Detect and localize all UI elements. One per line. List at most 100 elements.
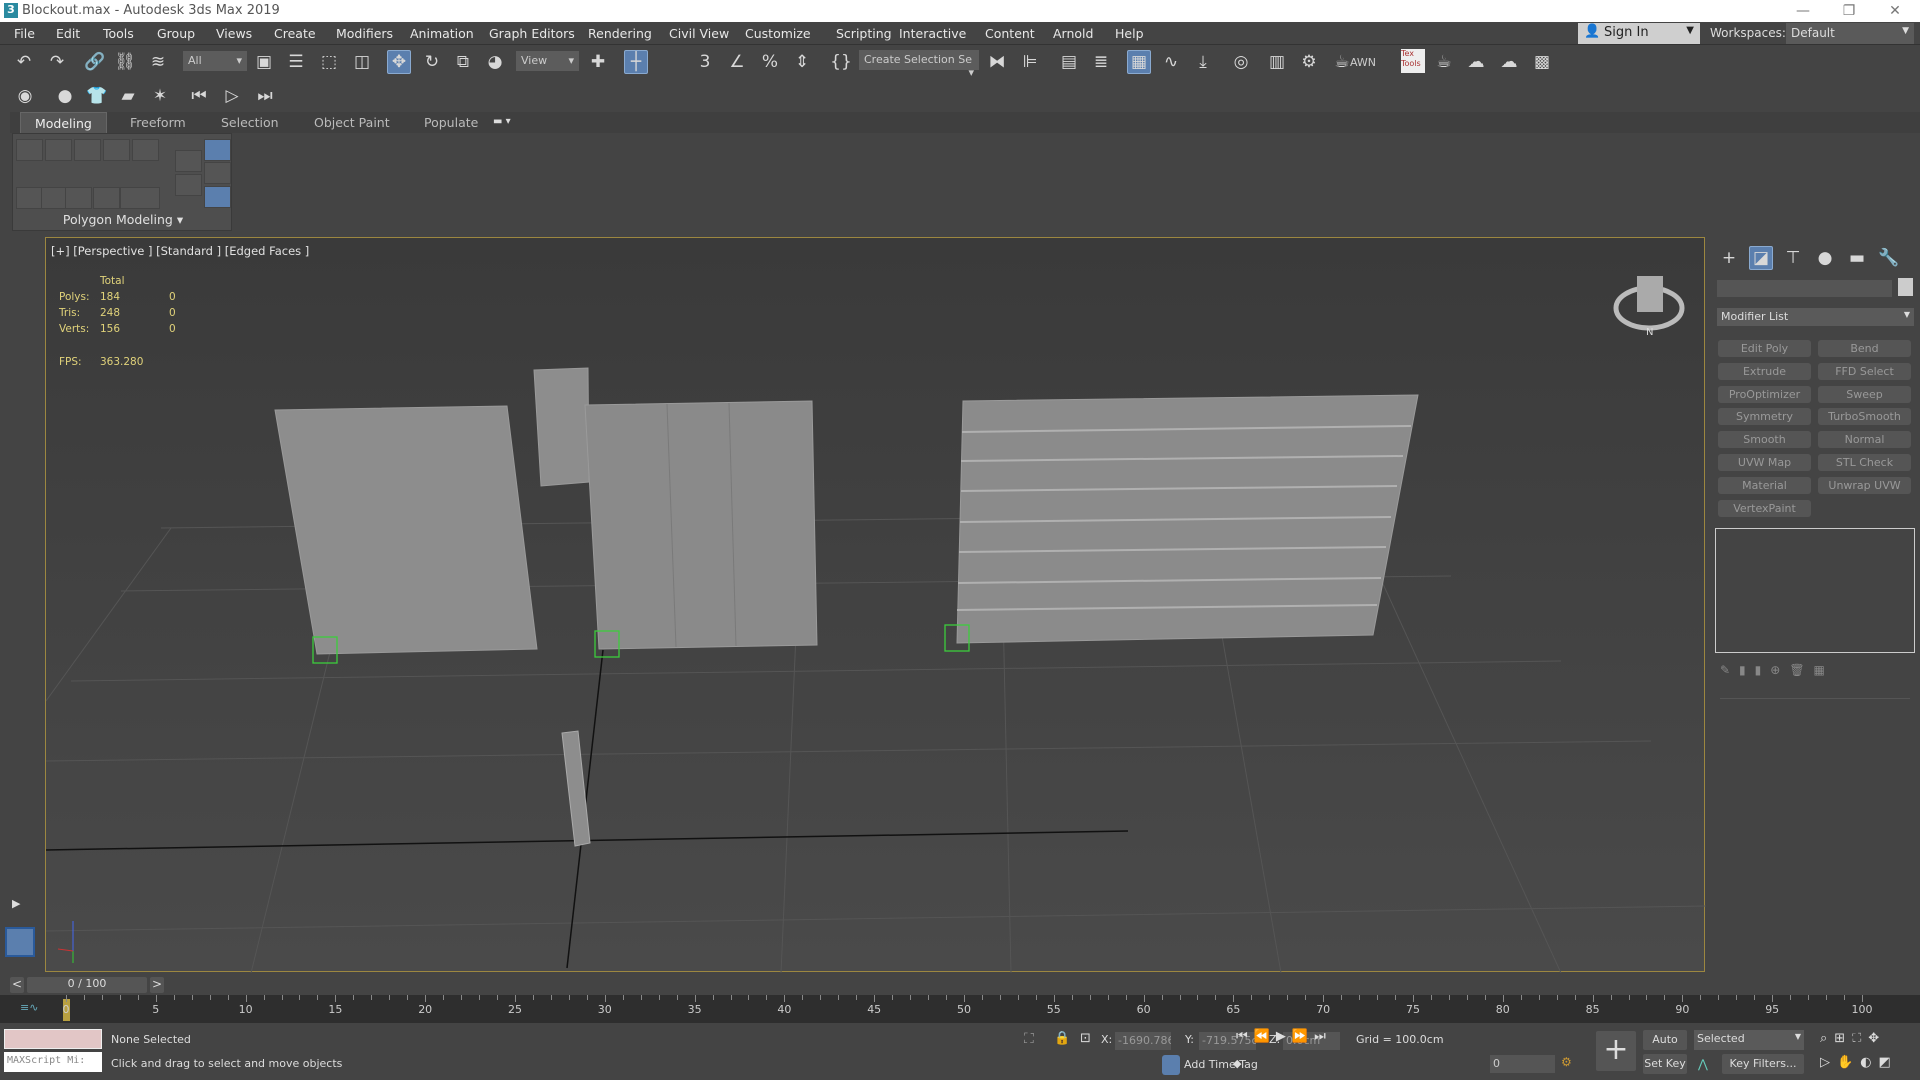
add-time-tag-button[interactable]: Add Time Tag — [1184, 1058, 1258, 1071]
set-key-button[interactable]: Set Key — [1643, 1054, 1687, 1074]
mirror-icon[interactable]: ⧓ — [985, 50, 1009, 74]
bind-space-warp-icon[interactable]: ≋ — [146, 50, 170, 74]
tab-object-paint[interactable]: Object Paint — [314, 115, 390, 130]
tab-modeling[interactable]: Modeling — [20, 112, 107, 133]
align-icon[interactable]: ⊫ — [1018, 50, 1042, 74]
menu-interactive[interactable]: Interactive — [899, 26, 966, 41]
menu-modifiers[interactable]: Modifiers — [336, 26, 393, 41]
render-iterative-icon[interactable]: ☁ — [1464, 50, 1488, 74]
spinner-snap-icon[interactable]: ⇕ — [790, 50, 814, 74]
selection-filter-dropdown[interactable]: All ▾ — [183, 51, 247, 71]
perspective-viewport[interactable]: N [+] [Perspective ] [Standard ] [Edged … — [45, 237, 1706, 973]
curve-editor-toggle-icon[interactable]: ≡∿ — [20, 1001, 38, 1014]
tab-selection[interactable]: Selection — [221, 115, 279, 130]
window-crossing-icon[interactable]: ◫ — [350, 50, 374, 74]
orbit-icon[interactable]: ◐ — [1860, 1055, 1878, 1070]
menu-scripting[interactable]: Scripting — [836, 26, 892, 41]
modifier-button[interactable]: Symmetry — [1718, 408, 1811, 426]
select-by-name-icon[interactable]: ☰ — [284, 50, 308, 74]
menu-rendering[interactable]: Rendering — [588, 26, 652, 41]
modifier-stack[interactable] — [1715, 528, 1915, 653]
element-mode-icon[interactable] — [132, 139, 159, 161]
particle-icon[interactable]: ✶ — [148, 84, 172, 108]
frame-counter[interactable]: 0 / 100 — [27, 977, 147, 993]
modifier-button[interactable]: Extrude — [1718, 362, 1811, 380]
select-object-icon[interactable]: ▣ — [252, 50, 276, 74]
modifier-button[interactable]: TurboSmooth — [1818, 408, 1911, 426]
modifier-button[interactable]: Unwrap UVW — [1818, 476, 1911, 494]
pan-icon[interactable]: ✋ — [1837, 1055, 1860, 1070]
key-mode-dropdown[interactable]: Selected ▼ — [1694, 1030, 1804, 1050]
menu-create[interactable]: Create — [274, 26, 316, 41]
menu-help[interactable]: Help — [1115, 26, 1144, 41]
zoom-all-icon[interactable]: ⊞ — [1834, 1031, 1852, 1046]
x-coordinate-field[interactable]: -1690.786c — [1115, 1032, 1171, 1050]
modifier-button[interactable]: ProOptimizer — [1718, 385, 1811, 403]
modifier-button[interactable]: Bend — [1818, 340, 1911, 357]
menu-graph-editors[interactable]: Graph Editors — [489, 26, 575, 41]
eraser-icon[interactable]: ▰ — [116, 84, 140, 108]
create-icon[interactable]: + — [1717, 246, 1741, 270]
ribbon-options-icon[interactable]: ▬ ▾ — [493, 116, 511, 127]
unlink-icon[interactable]: ⛓ — [113, 50, 137, 74]
modifier-button[interactable]: Normal — [1818, 431, 1911, 449]
polygon-mode-icon[interactable] — [103, 139, 130, 161]
menu-arnold[interactable]: Arnold — [1053, 26, 1093, 41]
preserve-uvs-icon[interactable] — [16, 187, 43, 209]
menu-edit[interactable]: Edit — [56, 26, 80, 41]
vertex-mode-icon[interactable] — [16, 139, 43, 161]
modifier-button[interactable]: STL Check — [1818, 454, 1911, 471]
curve-editor-icon[interactable]: ∿ — [1159, 50, 1183, 74]
sphere-icon[interactable]: ● — [53, 84, 77, 108]
zoom-icon[interactable]: ⌕ — [1820, 1031, 1834, 1046]
time-config-icon[interactable]: ⚙ — [1561, 1055, 1572, 1069]
layer-explorer-icon[interactable]: ≣ — [1089, 50, 1113, 74]
minimize-button[interactable]: — — [1780, 0, 1826, 22]
shrink-icon[interactable] — [41, 187, 68, 209]
motion-icon[interactable]: ● — [1813, 246, 1837, 270]
modifier-button[interactable]: VertexPaint — [1718, 499, 1811, 517]
viewport-layout-icon[interactable]: ▩ — [1530, 50, 1554, 74]
modifier-list-dropdown[interactable]: Modifier List ▼ — [1717, 308, 1914, 326]
render-setup-icon[interactable]: ▥ — [1265, 50, 1289, 74]
menu-content[interactable]: Content — [985, 26, 1035, 41]
modify-up-icon[interactable] — [175, 150, 202, 172]
default-tangents-icon[interactable]: ⋀ — [1698, 1057, 1708, 1071]
zoom-extents-all-icon[interactable]: ✥ — [1868, 1031, 1886, 1046]
ref-coord-dropdown[interactable]: View ▾ — [516, 51, 579, 71]
textools-button[interactable]: Tex Tools — [1401, 49, 1425, 73]
workspaces-dropdown[interactable]: Default ▼ — [1786, 23, 1914, 44]
absolute-mode-icon[interactable]: ⊡ — [1080, 1031, 1091, 1046]
key-filters-button[interactable]: Key Filters... — [1722, 1054, 1804, 1074]
show-end-result-icon[interactable] — [204, 139, 231, 161]
maxscript-mini-input[interactable]: MAXScript Mi: — [4, 1052, 102, 1072]
collapse-stack-icon[interactable] — [204, 186, 231, 208]
next-key-icon[interactable]: ⏩ — [1292, 1029, 1314, 1044]
menu-file[interactable]: File — [14, 26, 35, 41]
material-editor-icon[interactable]: ◎ — [1229, 50, 1253, 74]
set-keys-button[interactable]: + — [1596, 1031, 1636, 1071]
placement-icon[interactable]: ◕ — [483, 50, 507, 74]
utilities-icon[interactable]: 🔧 — [1877, 246, 1901, 270]
pin-stack-icon[interactable] — [204, 162, 231, 184]
timeline-track[interactable]: ≡∿ 0 5 10 15 20 25 30 35 40 45 50 55 60 65 70 75 80 85 90 9… — [0, 995, 1920, 1023]
use-pivot-icon[interactable]: ✚ — [586, 50, 610, 74]
cloth-icon[interactable]: 👕 — [85, 84, 109, 108]
edge-mode-icon[interactable] — [45, 139, 72, 161]
angle-snap-icon[interactable]: ∠ — [725, 50, 749, 74]
rendered-frame-icon[interactable]: ⚙ — [1297, 50, 1321, 74]
grow-icon[interactable] — [65, 187, 92, 209]
menu-views[interactable]: Views — [216, 26, 252, 41]
panel-title-dropdown[interactable]: Polygon Modeling ▾ — [13, 212, 233, 231]
next-frame-button[interactable]: > — [150, 977, 164, 993]
move-icon[interactable]: ✥ — [387, 50, 411, 74]
go-to-end-icon[interactable]: ⏭ — [1314, 1029, 1332, 1044]
prev-key-icon[interactable]: ⏪ — [1254, 1029, 1276, 1044]
menu-customize[interactable]: Customize — [745, 26, 811, 41]
zoom-extents-icon[interactable]: ⛶ — [1852, 1031, 1868, 1046]
redo-icon[interactable]: ↷ — [45, 50, 69, 74]
modifier-button[interactable]: Material — [1718, 476, 1811, 494]
stack-tools-icons[interactable]: ✎▮▮⊕🗑▦ — [1720, 663, 1910, 679]
auto-key-button[interactable]: Auto Key — [1643, 1030, 1687, 1066]
next-key-icon[interactable]: ⏭ — [253, 84, 277, 108]
